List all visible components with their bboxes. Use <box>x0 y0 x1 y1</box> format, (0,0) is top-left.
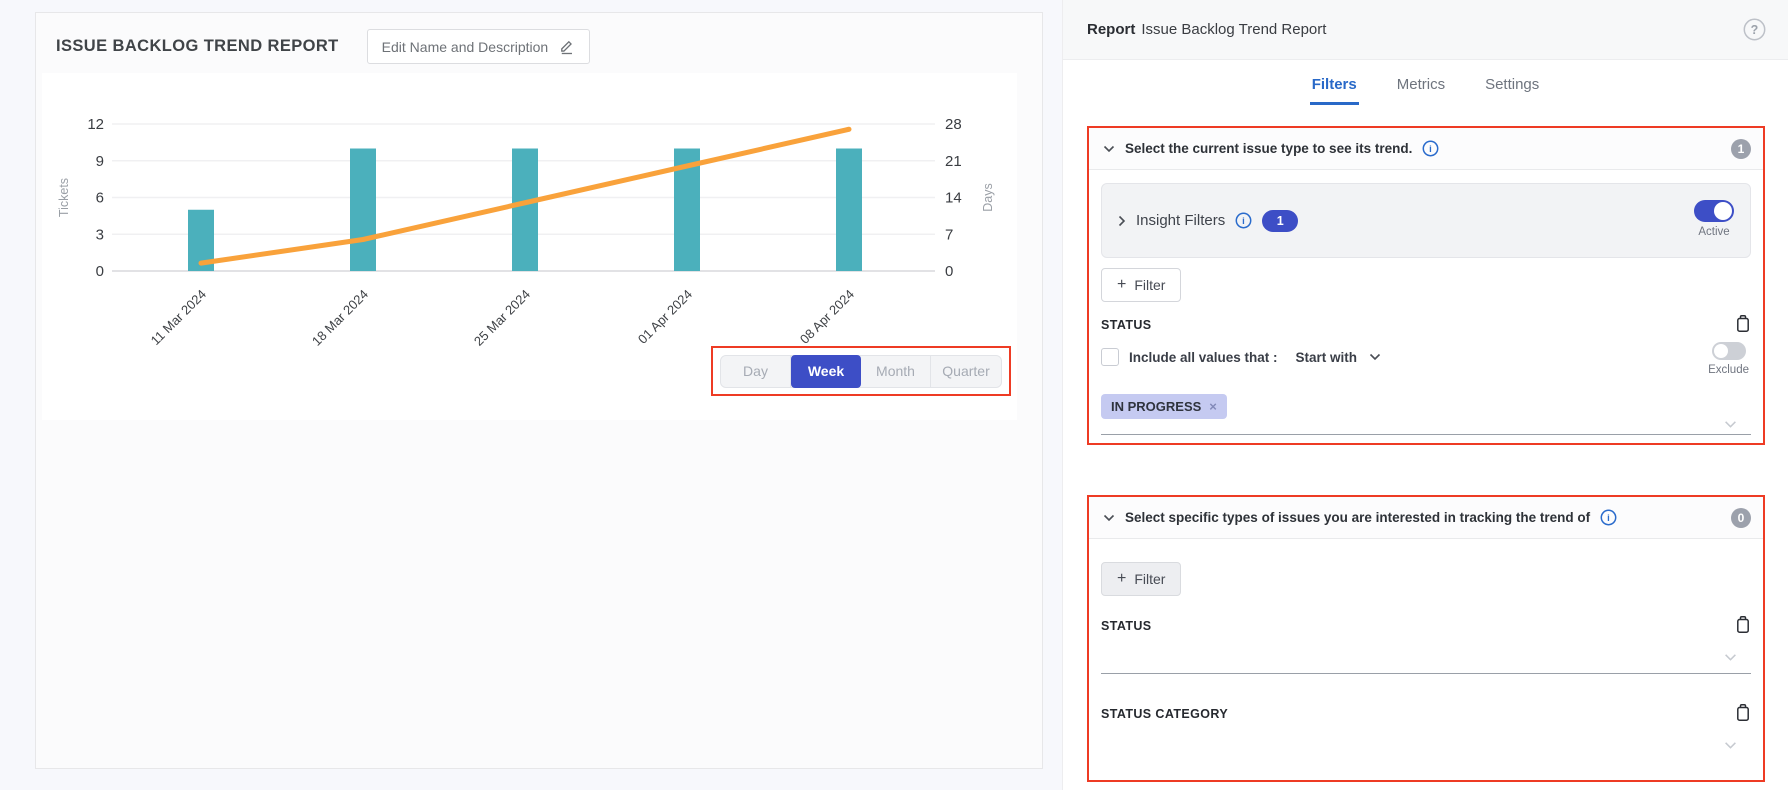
section2-header[interactable]: Select specific types of issues you are … <box>1089 497 1763 539</box>
chevron-down-icon[interactable] <box>1103 145 1115 153</box>
svg-text:i: i <box>1430 144 1433 155</box>
status-category-filter-label: STATUS CATEGORY <box>1101 707 1228 721</box>
report-card: ISSUE BACKLOG TREND REPORT Edit Name and… <box>35 12 1043 769</box>
svg-text:08 Apr 2024: 08 Apr 2024 <box>797 287 857 347</box>
insight-filters-card: Insight Filters i 1 Active <box>1101 183 1751 258</box>
plus-icon: + <box>1117 570 1126 588</box>
svg-text:9: 9 <box>96 153 104 170</box>
svg-text:01 Apr 2024: 01 Apr 2024 <box>635 287 695 347</box>
trash-icon[interactable] <box>1735 615 1751 637</box>
tab-filters[interactable]: Filters <box>1310 70 1359 105</box>
include-all-values-label: Include all values that : <box>1129 350 1278 365</box>
period-button-month[interactable]: Month <box>861 356 931 387</box>
section2-count-badge: 0 <box>1731 508 1751 528</box>
exclude-toggle[interactable] <box>1712 342 1746 360</box>
chevron-down-icon <box>1369 353 1381 361</box>
trash-icon[interactable] <box>1735 703 1751 725</box>
annotation-box-specific-issue-types: Select specific types of issues you are … <box>1087 495 1765 782</box>
svg-text:28: 28 <box>945 116 962 133</box>
svg-text:Tickets: Tickets <box>57 178 71 217</box>
info-icon[interactable]: i <box>1235 212 1252 229</box>
svg-text:21: 21 <box>945 153 962 170</box>
chevron-right-icon[interactable] <box>1118 215 1126 227</box>
svg-text:3: 3 <box>96 226 104 243</box>
svg-text:i: i <box>1607 513 1610 524</box>
status-select-chevron-icon[interactable] <box>1724 416 1737 434</box>
svg-text:14: 14 <box>945 190 962 207</box>
svg-text:?: ? <box>1751 23 1759 37</box>
period-annotation-box: DayWeekMonthQuarter <box>711 346 1011 396</box>
report-config-panel: Report Issue Backlog Trend Report ? Filte… <box>1062 0 1788 790</box>
trash-icon[interactable] <box>1735 314 1751 336</box>
plus-icon: + <box>1117 276 1126 294</box>
svg-text:6: 6 <box>96 190 104 207</box>
include-all-values-checkbox[interactable] <box>1101 348 1119 366</box>
add-filter-button[interactable]: + Filter <box>1101 562 1181 596</box>
status-chip-in-progress[interactable]: IN PROGRESS × <box>1101 394 1227 419</box>
chip-close-icon[interactable]: × <box>1209 399 1217 414</box>
add-filter-label: Filter <box>1134 571 1165 587</box>
section1-header[interactable]: Select the current issue type to see its… <box>1089 128 1763 170</box>
svg-text:0: 0 <box>96 263 104 280</box>
svg-text:7: 7 <box>945 226 953 243</box>
status-category-select-chevron-icon[interactable] <box>1724 737 1737 755</box>
active-toggle[interactable] <box>1694 200 1734 222</box>
svg-text:25 Mar 2024: 25 Mar 2024 <box>471 287 533 349</box>
status-select-chevron-icon[interactable] <box>1724 649 1737 667</box>
match-type-value: Start with <box>1296 350 1358 365</box>
help-button[interactable]: ? <box>1743 18 1766 41</box>
svg-text:Days: Days <box>981 183 995 211</box>
status-filter-label: STATUS <box>1101 619 1152 633</box>
period-toggle-group: DayWeekMonthQuarter <box>720 355 1002 388</box>
section1-count-badge: 1 <box>1731 139 1751 159</box>
add-filter-button[interactable]: + Filter <box>1101 268 1181 302</box>
page-title: ISSUE BACKLOG TREND REPORT <box>56 37 339 56</box>
status-value-select[interactable] <box>1101 434 1751 435</box>
edit-name-description-button[interactable]: Edit Name and Description <box>367 29 591 64</box>
section1-title: Select the current issue type to see its… <box>1125 141 1412 156</box>
insight-filters-label: Insight Filters <box>1136 212 1225 229</box>
status-value-select[interactable] <box>1101 673 1751 674</box>
svg-text:12: 12 <box>87 116 104 133</box>
panel-header-title: Issue Backlog Trend Report <box>1141 21 1326 38</box>
panel-header: Report Issue Backlog Trend Report <box>1063 0 1788 60</box>
chip-label: IN PROGRESS <box>1111 399 1201 414</box>
exclude-toggle-label: Exclude <box>1708 364 1749 376</box>
status-filter-label: STATUS <box>1101 318 1152 332</box>
edit-button-label: Edit Name and Description <box>382 39 549 55</box>
chevron-down-icon[interactable] <box>1103 514 1115 522</box>
add-filter-label: Filter <box>1134 277 1165 293</box>
period-button-week[interactable]: Week <box>791 355 861 388</box>
match-type-dropdown[interactable]: Start with <box>1296 350 1382 365</box>
annotation-box-current-issue-type: Select the current issue type to see its… <box>1087 126 1765 445</box>
svg-text:0: 0 <box>945 263 953 280</box>
info-icon[interactable]: i <box>1422 140 1439 157</box>
tab-metrics[interactable]: Metrics <box>1395 70 1447 105</box>
svg-text:11 Mar 2024: 11 Mar 2024 <box>148 287 210 349</box>
panel-header-label: Report <box>1087 21 1135 38</box>
insight-filters-count-pill: 1 <box>1262 210 1298 232</box>
period-button-day[interactable]: Day <box>721 356 791 387</box>
section2-title: Select specific types of issues you are … <box>1125 510 1590 525</box>
pencil-icon <box>558 38 575 55</box>
info-icon[interactable]: i <box>1600 509 1617 526</box>
tab-settings[interactable]: Settings <box>1483 70 1541 105</box>
period-button-quarter[interactable]: Quarter <box>931 356 1001 387</box>
svg-text:i: i <box>1242 216 1245 227</box>
active-toggle-label: Active <box>1698 226 1729 238</box>
help-icon: ? <box>1743 18 1766 41</box>
tab-bar: Filters Metrics Settings <box>1063 70 1788 105</box>
svg-text:18 Mar 2024: 18 Mar 2024 <box>309 287 371 349</box>
